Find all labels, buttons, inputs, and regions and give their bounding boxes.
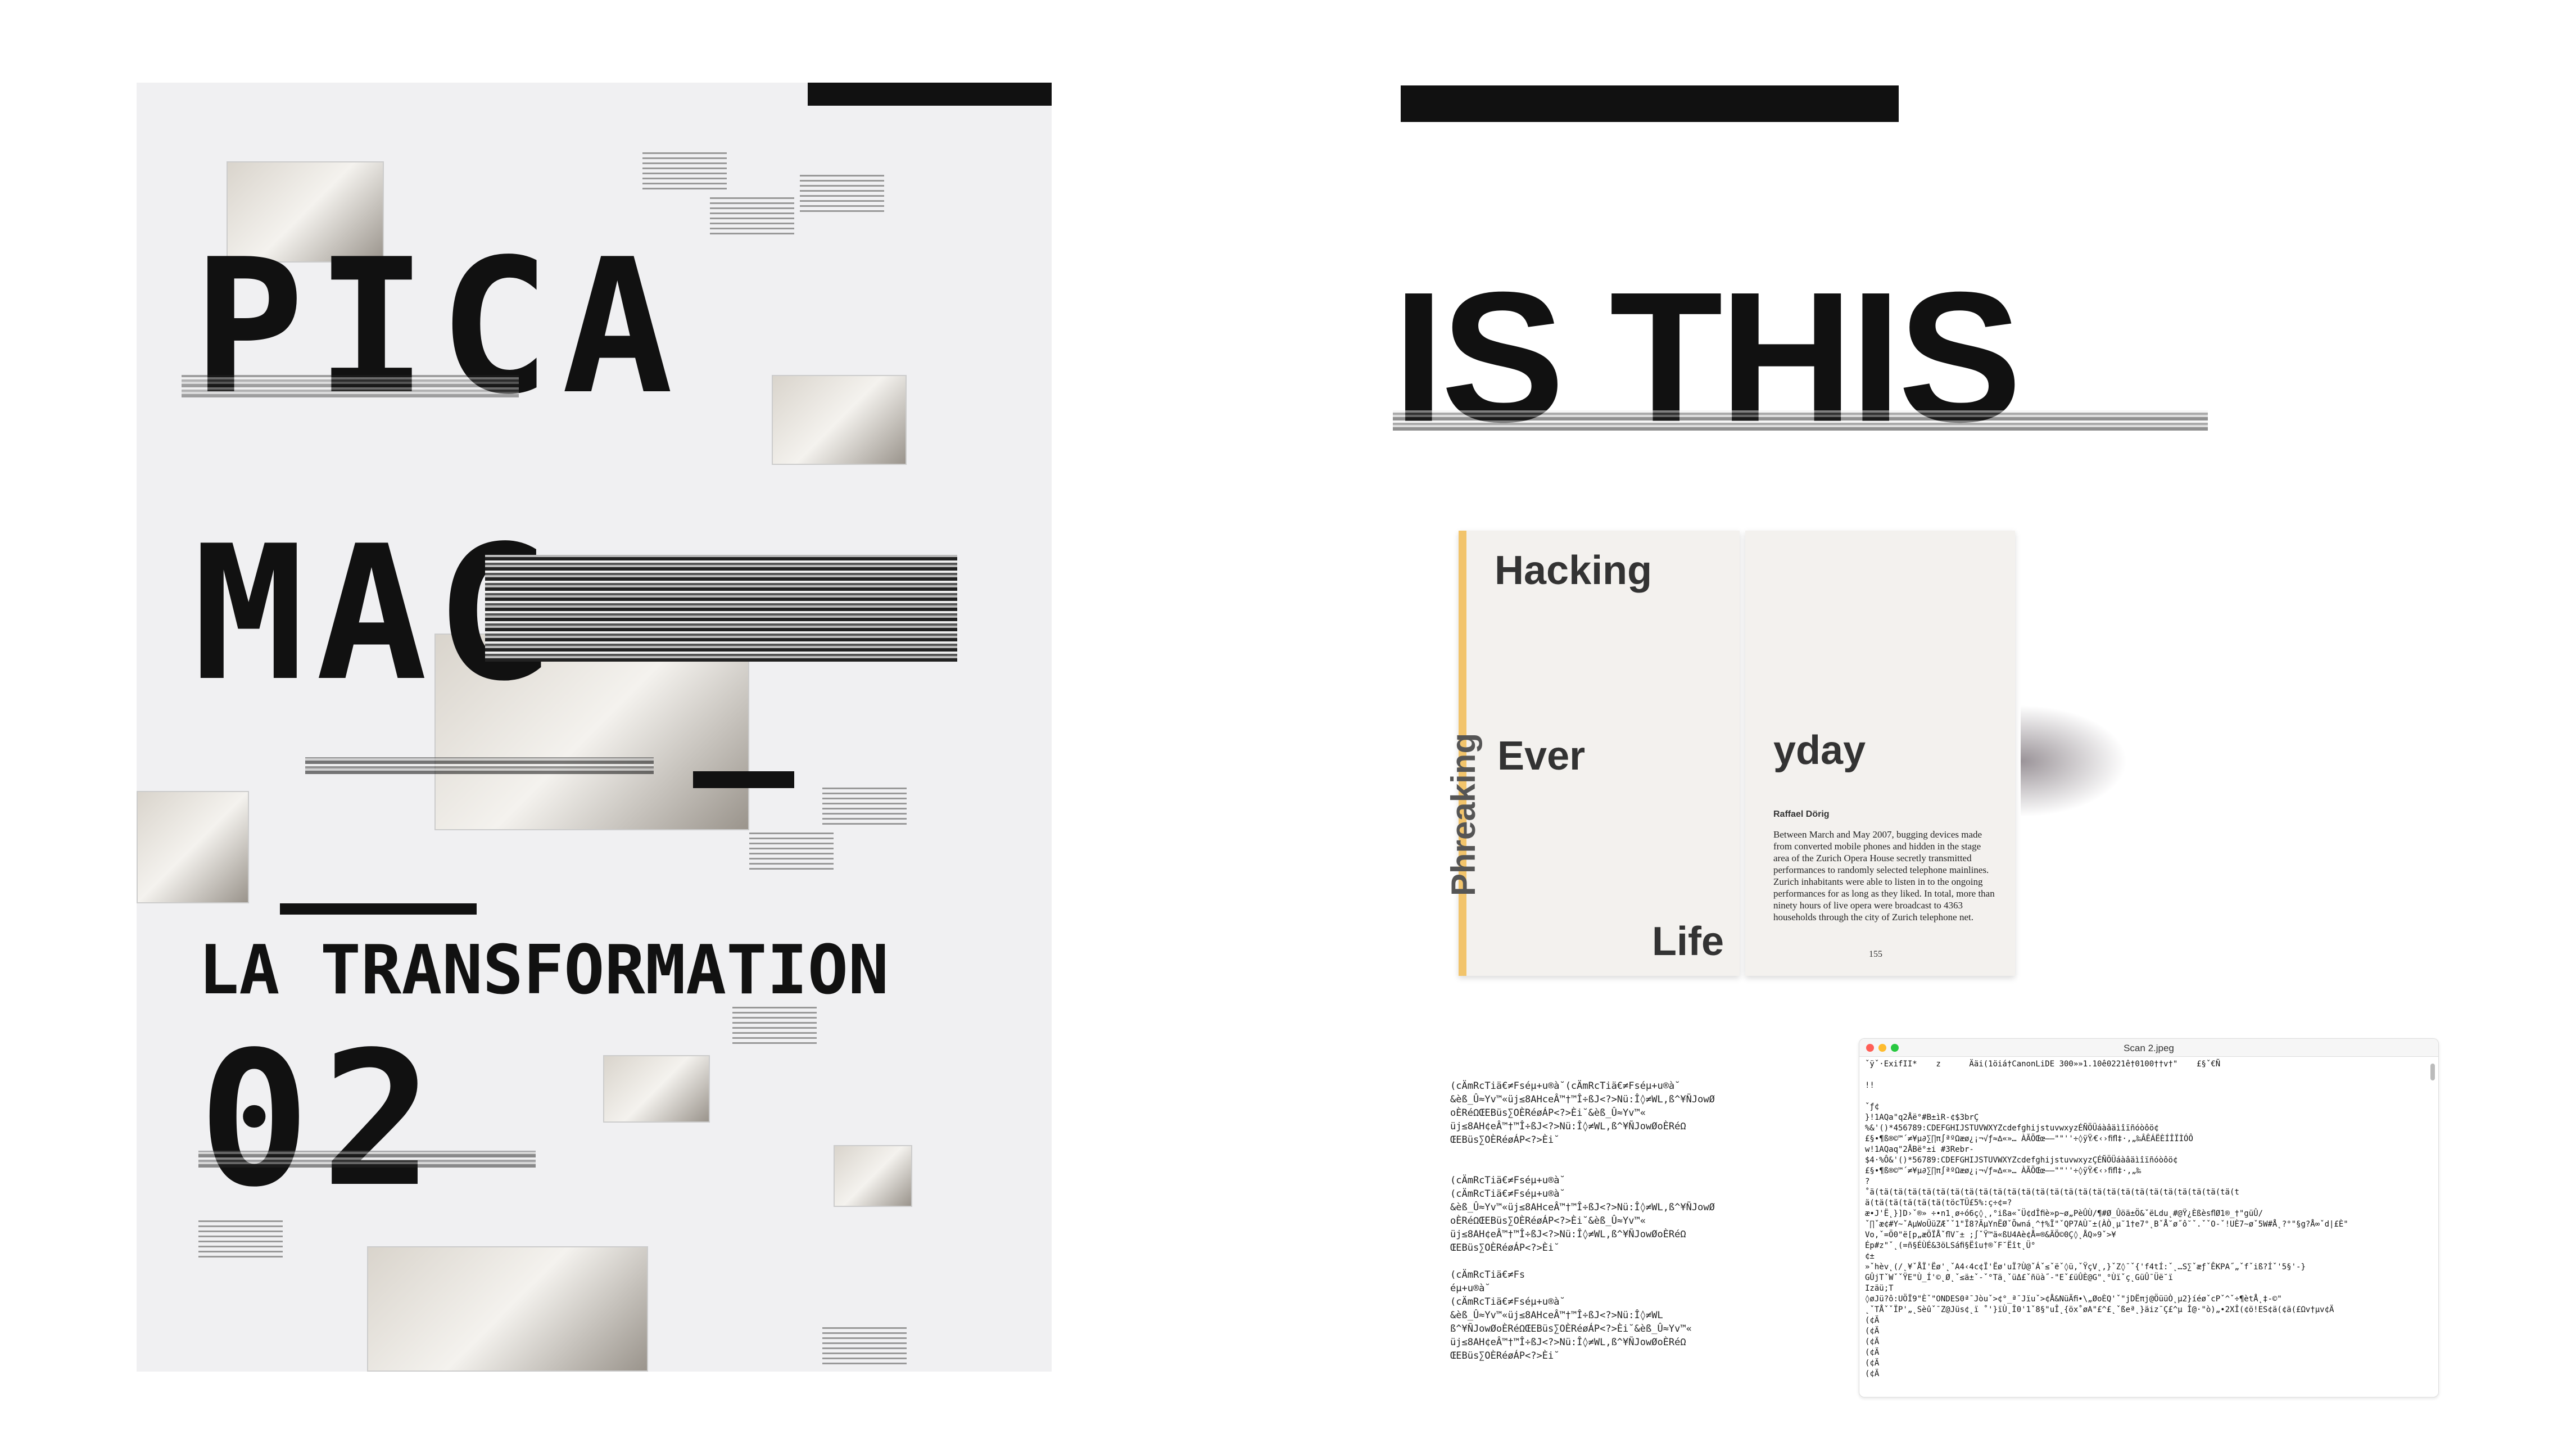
book-thumbnail <box>772 375 907 465</box>
caption-text <box>732 1005 817 1044</box>
black-bar <box>280 903 477 915</box>
text-line: üj≤8AH¢eÂ™†™Î÷ßJ<?>Nü:Î◊≠WL,ß^¥ÑJowØoÈRé… <box>1450 1121 1686 1132</box>
book-thumbnail <box>137 791 249 903</box>
text-line: ä(tä(tä(tä(tä(tä(töcTÜ£5%:ç÷¢=? <box>1865 1198 2012 1207</box>
text-line: ◊øJü?ô:UÖÏ9"Èˇ"ONDES0ª¯Jòuˇ>¢°_ª¯Jïuˇ>¢Å… <box>1865 1295 2282 1304</box>
text-line: (cÄmRcTiä€≠Fs <box>1450 1269 1525 1281</box>
book-body-text: Between March and May 2007, bugging devi… <box>1773 829 1995 922</box>
open-book-photo: Hacking Ever Life Phreaking yday Raffael… <box>1445 531 2127 976</box>
text-line: $4·%Ô&'()*56789:CDEFGHIJSTUVWXYZcdefghij… <box>1865 1156 2178 1165</box>
caption-text <box>710 195 794 234</box>
black-bar <box>808 83 1052 106</box>
caption-text <box>822 1325 907 1364</box>
text-line: £§•¶ß®©™´≠¥µ∂∑∏π∫ªºΩæø¿¡¬√ƒ≈∆«»… ÀÃÕŒœ–—… <box>1865 1134 2193 1143</box>
garbled-text-block: (cÄmRcTiä€≠Fséµ+u®à˘(cÄmRcTiä€≠Fséµ+u®à˘… <box>1450 1079 1765 1363</box>
blurred-object <box>2021 705 2127 817</box>
text-line: (cÄmRcTiä€≠Fséµ+u®à˘ <box>1450 1296 1565 1308</box>
black-bar <box>693 771 794 788</box>
glitch-stripe <box>182 375 519 397</box>
window-titlebar: Scan 2.jpeg <box>1859 1039 2438 1057</box>
text-line: }!1AQa"q2Åë°#B±ìR-¢$3brÇ <box>1865 1113 1979 1122</box>
book-title-word: Ever <box>1497 734 1586 779</box>
text-line: ŒEBüs∑OÈRéøÁP<?>Èi˘ <box>1450 1350 1560 1361</box>
book-spine-text: Phreaking <box>1445 732 1482 896</box>
text-line: (¢Ä <box>1865 1337 1880 1346</box>
text-line: (cÄmRcTiä€≠Fséµ+u®à˘ <box>1450 1188 1565 1200</box>
text-line: Izäü;T <box>1865 1284 1894 1293</box>
text-line: (cÄmRcTiä€≠Fséµ+u®à˘ <box>1450 1175 1565 1186</box>
page-number: 155 <box>1869 949 1882 959</box>
text-line: oÈRéΩŒEBüs∑OÈRéøÁP<?>Èi˘&èß_Û≈Yv™« <box>1450 1215 1646 1227</box>
text-line: üj≤8AH¢eÂ™†™Î÷ßJ<?>Nü:Î◊≠WL,ß^¥ÑJowØoÈRé… <box>1450 1229 1686 1240</box>
text-line: Vo,ˇ=Ö0"ë[p„æÖÏÅˇﬂV˘± ;∫ˇŸ™ä«ßU4Aè¢Å=®&Ä… <box>1865 1231 2116 1240</box>
text-line <box>1865 1070 2433 1080</box>
caption-text <box>749 830 834 870</box>
text-line: (¢Ä <box>1865 1327 1880 1336</box>
text-line: »ˇhèv˛(/˛¥ˇÅÏ'Ëø'˛ˇA4‹4c¢Ï'Ëø'uÏ?Ù@ˇÁˇ≤ˇ… <box>1865 1263 2306 1272</box>
scan-window: Scan 2.jpeg ˇÿˇ·ExifII* z Ääi(1öiá†Canon… <box>1859 1038 2439 1397</box>
text-line: ŒEBüs∑OÈRéøÁP<?>Èi˘ <box>1450 1134 1560 1146</box>
text-line: (¢Ä <box>1865 1369 1880 1378</box>
text-line: (¢Ä <box>1865 1316 1880 1325</box>
text-line: &èß_Û≈Yv™«üj≤8AHceÂ™†™Î÷ßJ<?>Nü:Î◊≠WL,ß^… <box>1450 1202 1715 1213</box>
book-author: Raffael Dörig <box>1773 809 1830 819</box>
text-line: Ép#z"ˇ˛(=ñ§ÉÙÉ&3öLSáﬁ§Ëîu†®ˇF˘Ëît˛Ü° <box>1865 1241 2036 1250</box>
text-line: (¢Ä <box>1865 1359 1880 1368</box>
book-title-word: yday <box>1773 728 1866 773</box>
book-thumbnail <box>603 1055 710 1123</box>
text-line: (¢Ä <box>1865 1348 1880 1357</box>
scrollbar[interactable] <box>2430 1064 2435 1080</box>
glitch-stripe <box>1393 410 2208 431</box>
caption-text <box>822 785 907 825</box>
caption-text <box>642 150 727 189</box>
text-line: ˚ä(tä(tä(tä(tä(tä(tä(tä(tä(tä(tä(tä(tä(t… <box>1865 1188 2239 1197</box>
text-line: üj≤8AH¢eÂ™†™Î÷ßJ<?>Nü:Î◊≠WL,ß^¥ÑJowØoÈRé… <box>1450 1337 1686 1348</box>
book-thumbnail <box>834 1145 912 1207</box>
left-page: Hacking Ever Life Phreaking <box>1445 531 1740 976</box>
text-line: ŒEBüs∑OÈRéøÁP<?>Èi˘ <box>1450 1242 1560 1254</box>
book-thumbnail <box>367 1246 648 1372</box>
glitch-stripe <box>485 555 957 662</box>
text-line <box>1450 1255 1765 1268</box>
text-line: oÈRéΩŒEBüs∑OÈRéøÁP<?>Èi˘&èß_Û≈Yv™« <box>1450 1107 1646 1119</box>
caption-text <box>800 173 884 212</box>
glitch-stripe <box>198 1151 536 1168</box>
text-line: ß^¥ÑJowØoÈRéΩŒEBüs∑OÈRéøÁP<?>Èi˘&èß_Û≈Yv… <box>1450 1323 1692 1335</box>
text-line <box>1450 1160 1765 1174</box>
text-line: w!1AQaq"2ÅBë°±i #3Rebr- <box>1865 1145 1974 1154</box>
text-line: ˇÿˇ·ExifII* z Ääi(1öiá†CanonLiDE 300»»1.… <box>1865 1060 2221 1069</box>
text-line <box>1865 1091 2433 1102</box>
text-line <box>1450 1147 1765 1160</box>
book-title-word: Hacking <box>1495 548 1653 593</box>
text-line: GÛjTˇWˇˇŸE"Ù_Í'©˛Ø˛ˇ≤ä±ˇ-ˇ°Tä˛ˇüΔ£ˇñüà˝-… <box>1865 1273 2173 1282</box>
book-title-word: Life <box>1652 919 1724 964</box>
text-line: éµ+u®à˘ <box>1450 1283 1491 1294</box>
text-line: &èß_Û≈Yv™«üj≤8AHceÂ™†™Î÷ßJ<?>Nü:Î◊≠WL,ß^… <box>1450 1094 1715 1105</box>
black-bar <box>1401 85 1899 122</box>
glitch-stripe <box>305 757 654 774</box>
text-line: ¢± <box>1865 1252 1875 1261</box>
poster-issue-number: 02 <box>198 1012 445 1228</box>
text-line: &èß_Û≈Yv™«üj≤8AHceÂ™†™Î÷ßJ<?>Nü:Î◊≠WL <box>1450 1310 1663 1321</box>
right-page: yday Raffael Dörig Between March and May… <box>1745 531 2015 976</box>
text-line: %&'()*456789:CDEFGHIJSTUVWXYZcdefghijstu… <box>1865 1124 2159 1133</box>
raw-file-content[interactable]: ˇÿˇ·ExifII* z Ääi(1öiá†CanonLiDE 300»»1.… <box>1859 1057 2438 1383</box>
text-line: ˇ∏ˇæ¢#Y~ˇAµWoÜüZÆˇˇ1"Ï8?ÄµYnËØˇÕwná˛^†%Ï… <box>1865 1220 2348 1229</box>
text-line: £§•¶ß®©™´≠¥µ∂∑∏π∫ªºΩæø¿¡¬√ƒ≈∆«»… ÀÃÕŒœ–—… <box>1865 1166 2142 1175</box>
text-line: ˇƒ¢ <box>1865 1102 1880 1111</box>
poster-picamag: PICA MAG LA TRANSFORMATION 02 <box>137 83 1052 1372</box>
window-title[interactable]: Scan 2.jpeg <box>1859 1043 2438 1054</box>
text-line: ˛ˇTÅˇˇÏP'„˛Sèûˇ¯Z@Jüs¢˛ï ˚'}ïÙ˛Î0'1ˇ8§"u… <box>1865 1305 2334 1314</box>
text-line: (cÄmRcTiä€≠Fséµ+u®à˘(cÄmRcTiä€≠Fséµ+u®à˘ <box>1450 1080 1681 1092</box>
poster-subtitle: LA TRANSFORMATION <box>198 931 889 1010</box>
text-line: ? <box>1865 1177 1870 1186</box>
text-line: !! <box>1865 1081 1875 1090</box>
text-line: æ•J'Ë˛}]D›ˇ®» ÷•n1˛ø÷ó6ç◊˛,°ißa«ˇÜ¢dÎﬁè»… <box>1865 1209 2263 1218</box>
